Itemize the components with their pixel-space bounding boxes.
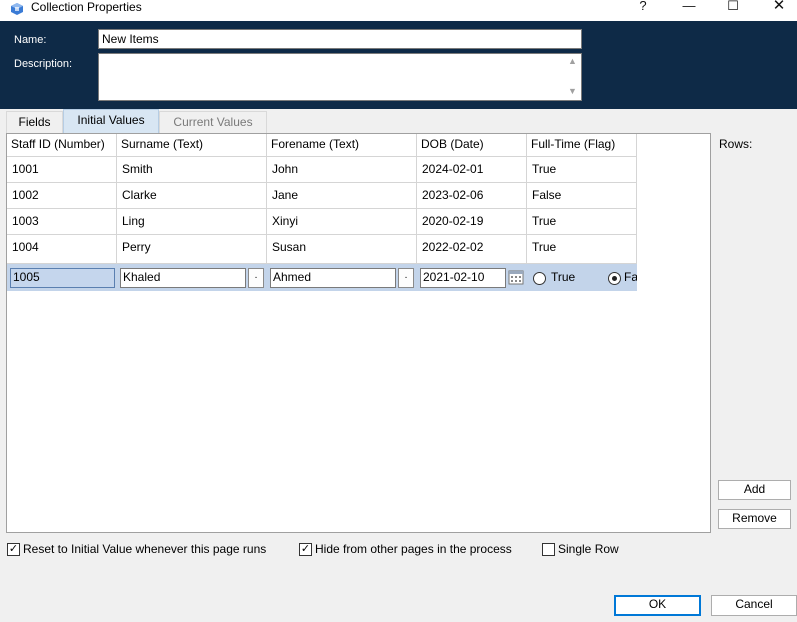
scroll-down-icon[interactable]: ▼ [568, 86, 577, 96]
table-cell[interactable]: Perry [117, 234, 267, 264]
calendar-icon[interactable] [508, 269, 524, 285]
column-header-staff-id[interactable]: Staff ID (Number) [7, 134, 117, 156]
table-cell[interactable]: Ling [117, 208, 267, 234]
close-button[interactable]: ✕ [764, 0, 794, 14]
table-cell[interactable]: 2022-02-02 [417, 234, 527, 264]
minimize-button[interactable]: — [674, 0, 704, 14]
hide-from-other-pages-option[interactable]: ✓ Hide from other pages in the process [299, 542, 531, 557]
table-cell[interactable]: 2024-02-01 [417, 156, 527, 182]
collection-header-panel: Name: New Items Description: ▲ ▼ [0, 21, 797, 109]
single-row-label: Single Row [558, 542, 619, 556]
table-cell[interactable]: Clarke [117, 182, 267, 208]
table-cell[interactable]: 2020-02-19 [417, 208, 527, 234]
name-input[interactable]: New Items [98, 29, 582, 49]
tab-current-values: Current Values [159, 111, 267, 133]
table-cell[interactable]: John [267, 156, 417, 182]
staff-id-input[interactable]: 1005 [10, 268, 115, 288]
name-label: Name: [14, 34, 47, 46]
scroll-up-icon[interactable]: ▲ [568, 56, 577, 66]
ok-button[interactable]: OK [614, 595, 701, 616]
table-cell[interactable]: Xinyi [267, 208, 417, 234]
single-row-checkbox[interactable] [542, 543, 555, 556]
table-cell[interactable]: Jane [267, 182, 417, 208]
column-header-surname[interactable]: Surname (Text) [117, 134, 267, 156]
column-header-forename[interactable]: Forename (Text) [267, 134, 417, 156]
table-cell[interactable]: True [527, 208, 637, 234]
table-cell[interactable]: 1002 [7, 182, 117, 208]
dob-input[interactable]: 2021-02-10 [420, 268, 506, 288]
flag-true-label: True [551, 270, 576, 284]
single-row-option[interactable]: Single Row [542, 542, 632, 557]
column-header-dob[interactable]: DOB (Date) [417, 134, 527, 156]
table-cell[interactable]: 1003 [7, 208, 117, 234]
description-label: Description: [14, 58, 73, 70]
reset-initial-value-label: Reset to Initial Value whenever this pag… [23, 542, 267, 556]
table-cell[interactable]: 2023-02-06 [417, 182, 527, 208]
surname-ellipsis-button[interactable]: . [248, 268, 264, 288]
add-button[interactable]: Add [718, 480, 791, 500]
flag-false-radio[interactable] [608, 272, 621, 285]
forename-ellipsis-button[interactable]: . [398, 268, 414, 288]
hide-from-other-pages-checkbox[interactable]: ✓ [299, 543, 312, 556]
flag-true-radio[interactable] [533, 272, 546, 285]
reset-initial-value-checkbox[interactable]: ✓ [7, 543, 20, 556]
edit-row[interactable]: 1005 Khaled . Ahmed . 2021-02-10 True Fa [7, 264, 637, 291]
values-grid[interactable]: Staff ID (Number) Surname (Text) Forenam… [6, 133, 711, 533]
table-cell[interactable]: 1001 [7, 156, 117, 182]
flag-false-label: Fa [624, 270, 637, 284]
tab-initial-values[interactable]: Initial Values [63, 109, 159, 133]
help-button[interactable]: ? [628, 0, 658, 14]
table-cell[interactable]: False [527, 182, 637, 208]
table-cell[interactable]: Smith [117, 156, 267, 182]
rows-label: Rows: [719, 137, 753, 151]
remove-button[interactable]: Remove [718, 509, 791, 529]
title-bar: Collection Properties ? — ☐ ✕ [0, 0, 797, 21]
surname-input[interactable]: Khaled [120, 268, 246, 288]
cancel-button[interactable]: Cancel [711, 595, 797, 616]
forename-input[interactable]: Ahmed [270, 268, 396, 288]
table-cell[interactable]: True [527, 156, 637, 182]
table-cell[interactable]: True [527, 234, 637, 264]
app-icon [11, 3, 23, 15]
description-input[interactable]: ▲ ▼ [98, 53, 582, 101]
column-header-full-time[interactable]: Full-Time (Flag) [527, 134, 637, 156]
window-title: Collection Properties [31, 0, 142, 14]
table-cell[interactable]: 1004 [7, 234, 117, 264]
tab-fields[interactable]: Fields [6, 111, 63, 133]
hide-from-other-pages-label: Hide from other pages in the process [315, 542, 512, 556]
maximize-button[interactable]: ☐ [718, 0, 748, 14]
table-cell[interactable]: Susan [267, 234, 417, 264]
reset-initial-value-option[interactable]: ✓ Reset to Initial Value whenever this p… [7, 542, 287, 557]
description-scrollbar[interactable]: ▲ ▼ [565, 54, 581, 100]
